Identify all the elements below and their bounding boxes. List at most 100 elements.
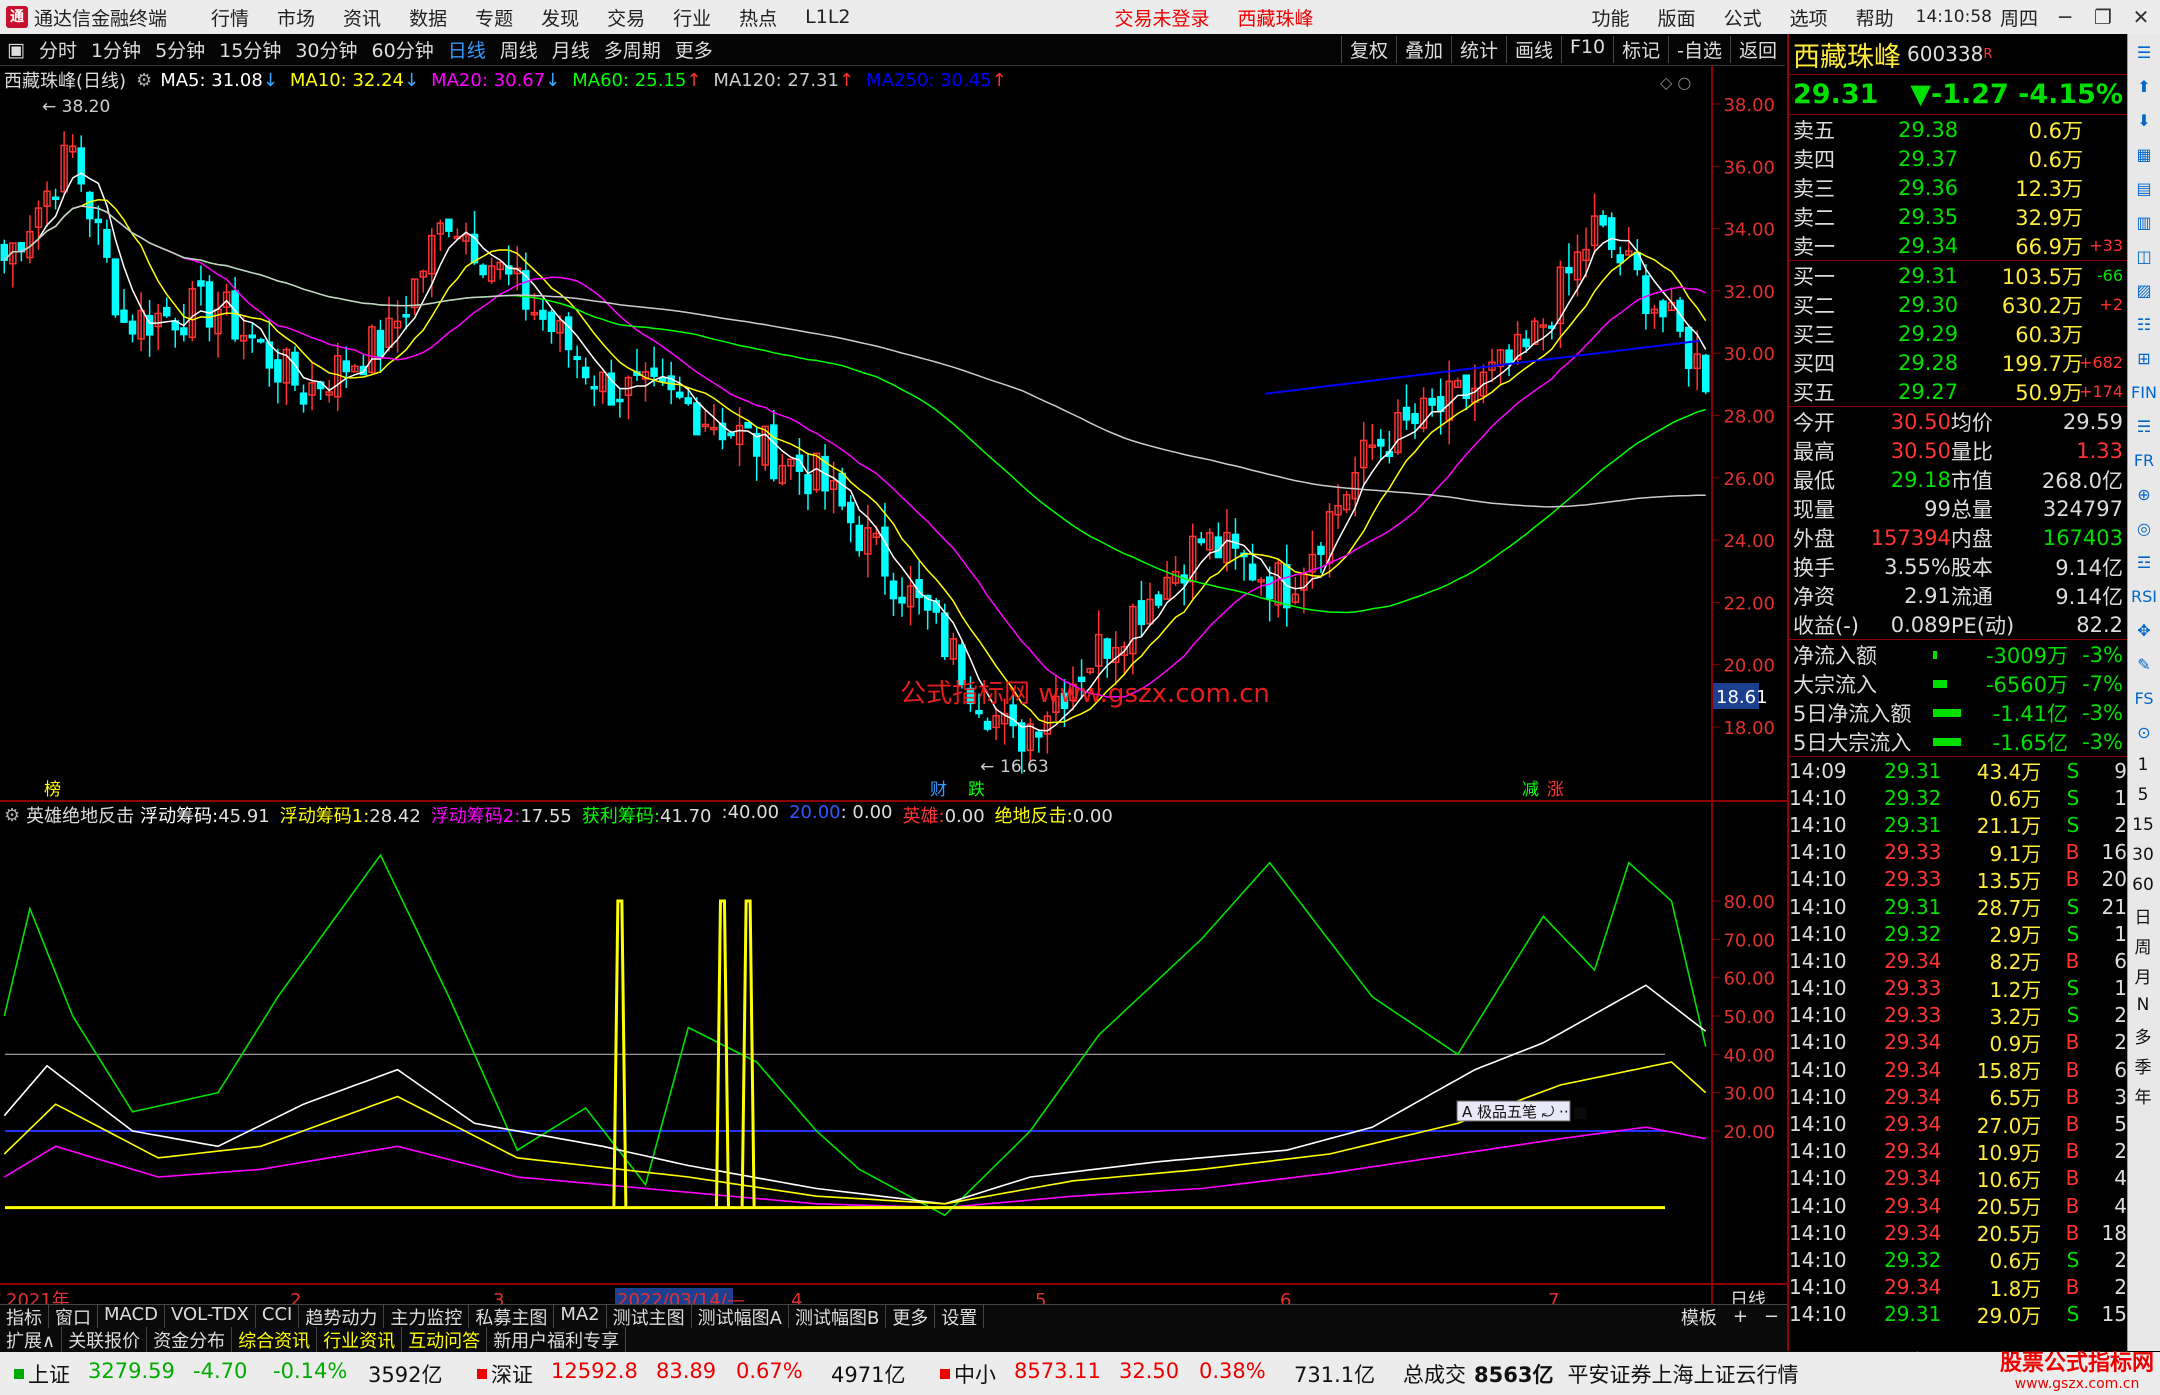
index-quote[interactable]: 深证 12592.8 83.89 0.67% 4971亿 — [473, 1359, 926, 1389]
period-tab-10[interactable]: 更多 — [668, 36, 720, 63]
panel-toggle-icon[interactable]: ▣ — [0, 39, 32, 61]
info-tab-2[interactable]: 资金分布 — [147, 1327, 233, 1353]
asks-row[interactable]: 卖二 29.35 32.9万 — [1789, 202, 2127, 231]
menu-数据[interactable]: 数据 — [409, 4, 447, 31]
menu-帮助[interactable]: 帮助 — [1856, 4, 1894, 31]
toolbar-button-1[interactable]: 叠加 — [1395, 36, 1451, 63]
info-tab-3[interactable]: 综合资讯 — [232, 1327, 318, 1353]
sidebar-tool-5[interactable]: ▥ — [2129, 206, 2159, 238]
toolbar-button-2[interactable]: 统计 — [1450, 36, 1506, 63]
bids-row[interactable]: 买二 29.30 630.2万 +2 — [1789, 290, 2127, 319]
indicator-tab-0[interactable]: 指标 — [0, 1303, 49, 1330]
menu-选项[interactable]: 选项 — [1790, 4, 1828, 31]
period-tab-3[interactable]: 15分钟 — [212, 36, 288, 63]
asks-row[interactable]: 卖三 29.36 12.3万 — [1789, 173, 2127, 202]
sidebar-tool-3[interactable]: ▦ — [2129, 138, 2159, 170]
info-tab-6[interactable]: 新用户福利专享 — [487, 1327, 627, 1353]
sidebar-tool-19[interactable]: FS — [2129, 682, 2159, 714]
asks-row[interactable]: 卖一 29.34 66.9万 +33 — [1789, 231, 2127, 260]
template-button[interactable]: 模板 — [1673, 1304, 1725, 1330]
sidebar-tool-13[interactable]: ⊕ — [2129, 478, 2159, 510]
menu-行情[interactable]: 行情 — [211, 4, 249, 31]
asks-row[interactable]: 卖五 29.38 0.6万 — [1789, 115, 2127, 144]
sidebar-tool-6[interactable]: ◫ — [2129, 240, 2159, 272]
toolbar-button-5[interactable]: 标记 — [1613, 36, 1668, 63]
sidebar-tool-30[interactable]: 多 — [2128, 1020, 2158, 1050]
menu-市场[interactable]: 市场 — [277, 4, 315, 31]
stock-link[interactable]: 西藏珠峰 — [1238, 4, 1314, 31]
window-minimize-icon[interactable]: ─ — [2046, 5, 2084, 29]
index-quote[interactable]: 中小 8573.11 32.50 0.38% 731.1亿 — [936, 1359, 1389, 1389]
info-tab-5[interactable]: 互动问答 — [402, 1327, 488, 1353]
sidebar-tool-26[interactable]: 日 — [2128, 900, 2158, 930]
indicator-tab-2[interactable]: MACD — [98, 1303, 165, 1330]
menu-热点[interactable]: 热点 — [739, 4, 777, 31]
indicator-tab-12[interactable]: 更多 — [886, 1303, 936, 1330]
toolbar-button-4[interactable]: F10 — [1561, 36, 1613, 63]
indicator-tab-1[interactable]: 窗口 — [49, 1303, 98, 1330]
bids-row[interactable]: 买四 29.28 199.7万 +682 — [1789, 348, 2127, 377]
info-tab-0[interactable]: 扩展∧ — [0, 1327, 63, 1353]
menu-版面[interactable]: 版面 — [1658, 4, 1696, 31]
menu-l1l2[interactable]: L1L2 — [805, 6, 850, 28]
period-tab-5[interactable]: 60分钟 — [365, 36, 441, 63]
window-close-icon[interactable]: ✕ — [2122, 5, 2160, 29]
event-marker[interactable]: 榜 — [44, 780, 61, 800]
bids-row[interactable]: 买一 29.31 103.5万 -66 — [1789, 261, 2127, 290]
indicator-tab-5[interactable]: 趋势动力 — [299, 1303, 385, 1330]
period-tab-7[interactable]: 周线 — [493, 36, 545, 63]
indicator-tab-4[interactable]: CCI — [256, 1303, 300, 1330]
settings-icon[interactable]: ⚙ — [136, 70, 152, 91]
sidebar-tool-2[interactable]: ⬇ — [2129, 104, 2159, 136]
add-button[interactable]: + — [1725, 1306, 1756, 1327]
sidebar-tool-18[interactable]: ✎ — [2129, 648, 2159, 680]
menu-公式[interactable]: 公式 — [1724, 4, 1762, 31]
ime-popup[interactable]: A 极品五笔 ⤾ ·· ▦ — [1456, 1100, 1588, 1122]
info-tab-4[interactable]: 行业资讯 — [317, 1327, 403, 1353]
toolbar-button-7[interactable]: 返回 — [1729, 36, 1785, 63]
period-tab-6[interactable]: 日线 — [441, 36, 493, 63]
bids-row[interactable]: 买三 29.29 60.3万 — [1789, 319, 2127, 348]
sidebar-tool-8[interactable]: ☷ — [2129, 308, 2159, 340]
period-tab-8[interactable]: 月线 — [545, 36, 597, 63]
sidebar-tool-17[interactable]: ✥ — [2129, 614, 2159, 646]
login-status[interactable]: 交易未登录 — [1115, 4, 1210, 31]
sidebar-tool-12[interactable]: FR — [2129, 444, 2159, 476]
indicator-chart[interactable]: 80.00 70.00 60.00 50.00 40.00 30.00 20.00 A 极品五… — [3, 853, 1775, 1311]
sidebar-tool-24[interactable]: 30 — [2128, 840, 2158, 870]
sidebar-tool-0[interactable]: ☰ — [2129, 36, 2159, 68]
indicator-tab-9[interactable]: 测试主图 — [607, 1303, 692, 1330]
menu-发现[interactable]: 发现 — [541, 4, 579, 31]
menu-专题[interactable]: 专题 — [475, 4, 513, 31]
index-quote[interactable]: 上证 3279.59 -4.70 -0.14% 3592亿 — [10, 1359, 463, 1389]
sidebar-tool-10[interactable]: FIN — [2129, 376, 2159, 408]
sidebar-tool-27[interactable]: 周 — [2128, 930, 2158, 960]
chart-area[interactable]: 38.00 36.00 34.00 32.00 30.00 28.00 26.00 24.00… — [0, 66, 1787, 1336]
sidebar-tool-20[interactable]: ⊙ — [2129, 716, 2159, 748]
indicator-settings-icon[interactable]: ⚙ — [4, 805, 20, 826]
menu-资讯[interactable]: 资讯 — [343, 4, 381, 31]
event-marker[interactable]: 财 — [930, 780, 947, 800]
period-tab-2[interactable]: 5分钟 — [148, 36, 212, 63]
indicator-tab-3[interactable]: VOL-TDX — [165, 1303, 256, 1330]
period-tab-9[interactable]: 多周期 — [597, 36, 668, 63]
menu-交易[interactable]: 交易 — [607, 4, 645, 31]
sidebar-tool-29[interactable]: N — [2128, 990, 2158, 1020]
event-marker[interactable]: 涨 — [1547, 780, 1564, 800]
sidebar-tool-31[interactable]: 季 — [2128, 1050, 2158, 1080]
indicator-tab-7[interactable]: 私募主图 — [469, 1303, 555, 1330]
menu-功能[interactable]: 功能 — [1592, 4, 1630, 31]
remove-button[interactable]: − — [1756, 1306, 1787, 1327]
indicator-tab-6[interactable]: 主力监控 — [384, 1303, 470, 1330]
sidebar-tool-14[interactable]: ◎ — [2129, 512, 2159, 544]
tick-list[interactable]: 14:09 29.31 43.4万 S 9 14:10 29.32 0.6万 S 1 14:10 29… — [1789, 756, 2127, 1328]
expand-icon[interactable]: ◇ ○ — [1660, 73, 1691, 92]
toolbar-button-3[interactable]: 画线 — [1505, 36, 1561, 63]
sidebar-tool-32[interactable]: 年 — [2128, 1080, 2158, 1110]
bids-row[interactable]: 买五 29.27 50.9万 +174 — [1789, 377, 2127, 406]
sidebar-tool-25[interactable]: 60 — [2128, 870, 2158, 900]
sidebar-tool-11[interactable]: ☴ — [2129, 410, 2159, 442]
asks-row[interactable]: 卖四 29.37 0.6万 — [1789, 144, 2127, 173]
toolbar-button-6[interactable]: -自选 — [1668, 36, 1730, 63]
sidebar-tool-9[interactable]: ⊞ — [2129, 342, 2159, 374]
